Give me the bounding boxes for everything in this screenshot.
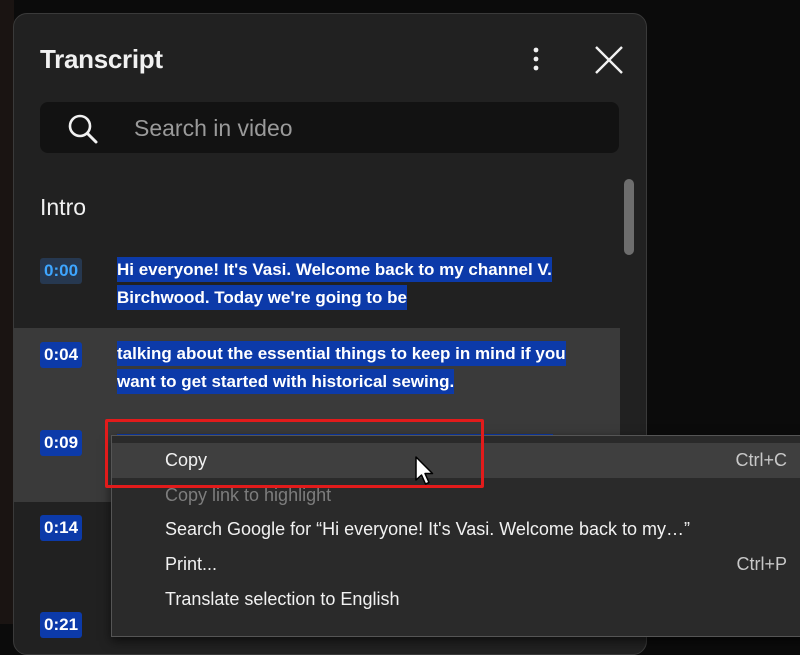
segment-text-content: Hi everyone! It's Vasi. Welcome back to …: [117, 257, 552, 310]
segment-text: talking about the essential things to ke…: [117, 340, 607, 396]
menu-item-shortcut: Ctrl+C: [735, 450, 787, 470]
menu-item-label: Translate selection to English: [165, 589, 400, 609]
timestamp[interactable]: 0:04: [40, 342, 83, 368]
menu-item-search-google[interactable]: Search Google for “Hi everyone! It's Vas…: [112, 512, 800, 547]
mouse-pointer-icon: [414, 455, 436, 487]
segment-text-content: talking about the essential things to ke…: [117, 341, 566, 394]
menu-item-print[interactable]: Print... Ctrl+P: [112, 547, 800, 582]
search-box[interactable]: [40, 102, 619, 153]
panel-title: Transcript: [40, 44, 163, 74]
menu-item-translate[interactable]: Translate selection to English: [112, 582, 800, 617]
timestamp[interactable]: 0:09: [40, 430, 83, 456]
menu-item-label: Print...: [165, 554, 218, 574]
timestamp[interactable]: 0:21: [40, 612, 83, 638]
section-title: Intro: [40, 194, 87, 220]
menu-item-label: Search Google for “Hi everyone! It's Vas…: [165, 519, 690, 539]
search-input[interactable]: [132, 110, 596, 146]
more-vertical-icon[interactable]: [524, 44, 548, 74]
close-icon[interactable]: [591, 42, 627, 78]
timestamp[interactable]: 0:14: [40, 515, 83, 541]
transcript-segment[interactable]: 0:00 Hi everyone! It's Vasi. Welcome bac…: [14, 246, 620, 328]
menu-item-shortcut: Ctrl+P: [736, 554, 787, 574]
background-edge: [0, 0, 14, 624]
search-icon: [67, 113, 99, 145]
scrollbar-thumb[interactable]: [624, 179, 634, 255]
segment-text: Hi everyone! It's Vasi. Welcome back to …: [117, 256, 607, 312]
timestamp[interactable]: 0:00: [40, 258, 83, 284]
